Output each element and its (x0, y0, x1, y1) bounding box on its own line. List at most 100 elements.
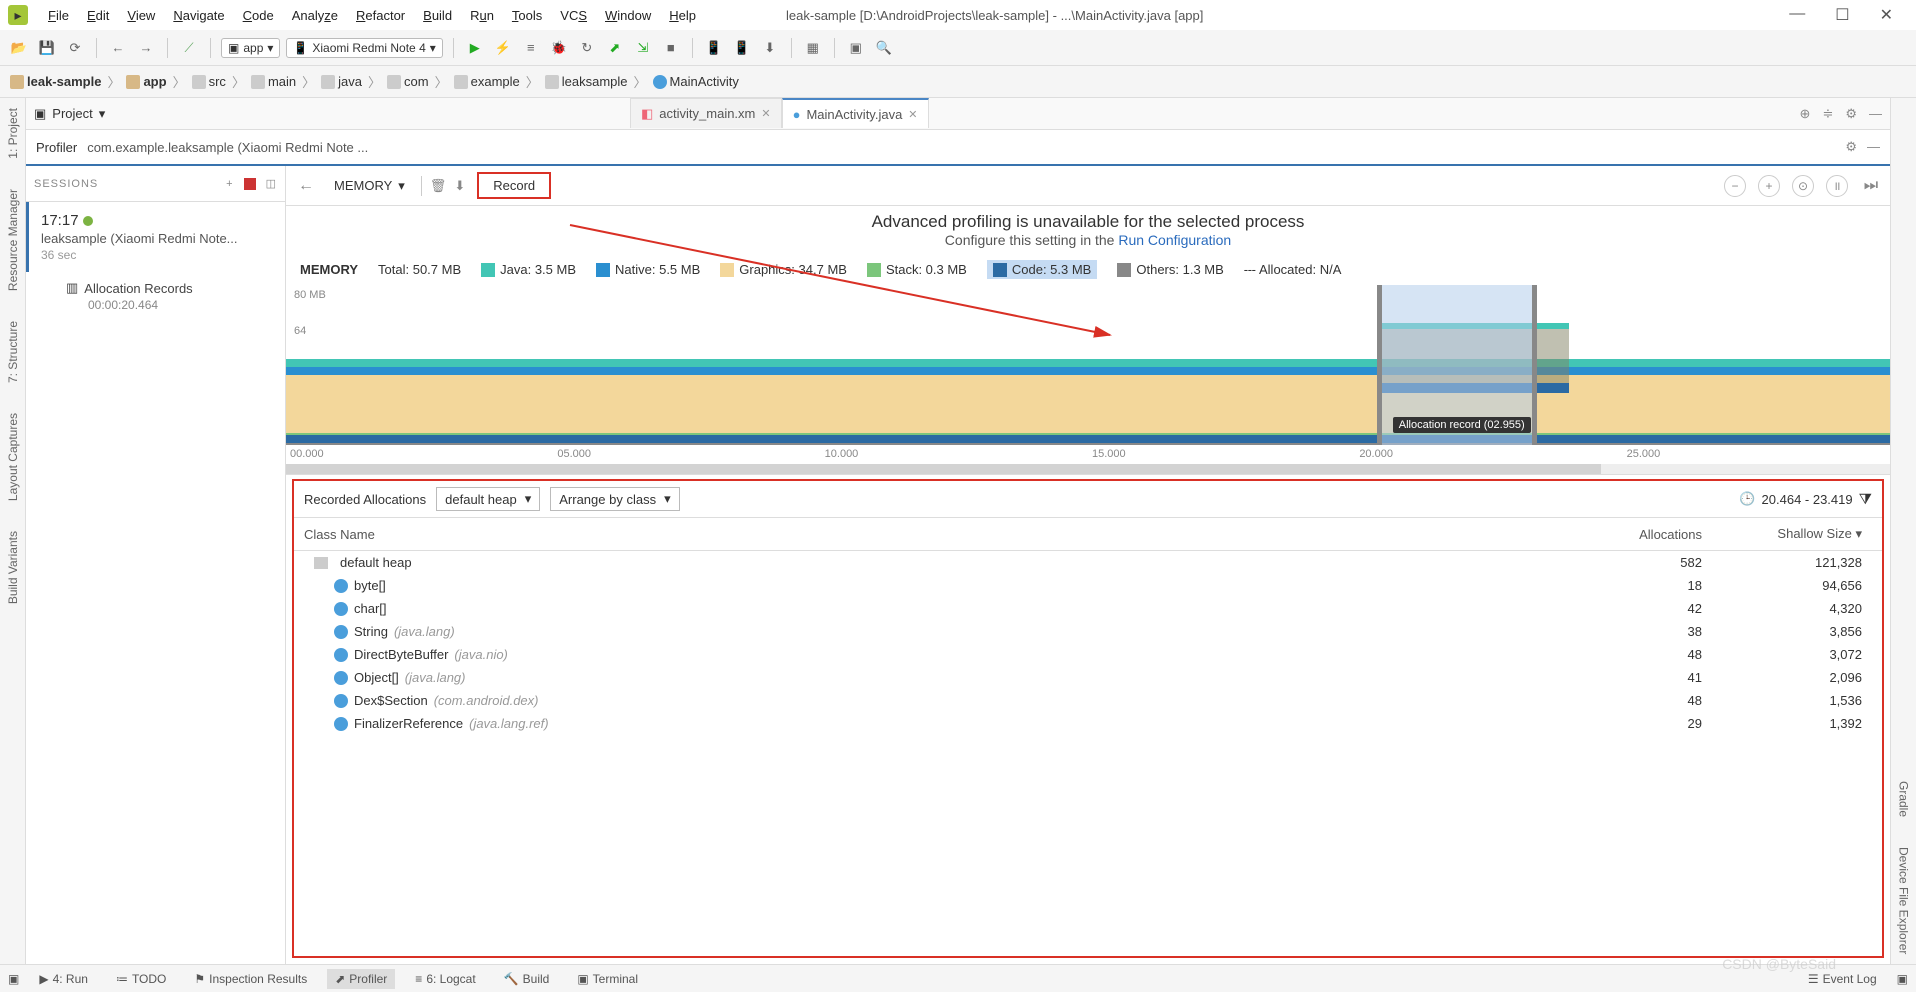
record-button[interactable]: Record (477, 172, 551, 199)
run-config-combo[interactable]: ▣ app ▾ (221, 38, 280, 58)
memory-chart[interactable]: 80 MB 64 48 32 16 (286, 285, 1890, 475)
profile-icon[interactable]: ⬈ (604, 37, 626, 59)
chevron-down-icon[interactable]: ▾ (99, 106, 106, 122)
menu-file[interactable]: File (40, 4, 77, 27)
rail-layout-captures[interactable]: Layout Captures (6, 413, 20, 501)
col-shallow-size[interactable]: Shallow Size ▾ (1722, 518, 1882, 551)
crumb-main[interactable]: main (251, 74, 296, 89)
rail-build-variants[interactable]: Build Variants (6, 531, 20, 604)
crumb-example[interactable]: example (454, 74, 520, 89)
close-icon[interactable]: ✕ (761, 107, 770, 120)
target-icon[interactable]: ⊕ (1800, 106, 1811, 122)
collapse-session-icon[interactable]: ◫ (266, 177, 277, 190)
open-icon[interactable]: 📂 (8, 37, 30, 59)
menu-help[interactable]: Help (661, 4, 704, 27)
tab-profiler[interactable]: ⬈ Profiler (327, 969, 395, 989)
device-combo[interactable]: 📱 Xiaomi Redmi Note 4 ▾ (286, 38, 442, 58)
zoom-out-icon[interactable]: − (1724, 175, 1746, 197)
sdk-icon[interactable]: 📱 (731, 37, 753, 59)
build-icon[interactable]: ⟋ (178, 37, 200, 59)
bottom-corner-icon2[interactable]: ▣ (1897, 972, 1908, 986)
close-icon[interactable]: ✕ (908, 108, 917, 121)
tab-terminal[interactable]: ▣ Terminal (569, 969, 646, 989)
tab-run[interactable]: ▶ 4: Run (31, 969, 96, 989)
menu-tools[interactable]: Tools (504, 4, 550, 27)
sync-icon[interactable]: ⟳ (64, 37, 86, 59)
attach-icon[interactable]: ⇲ (632, 37, 654, 59)
run-icon[interactable]: ▶ (464, 37, 486, 59)
window-maximize-icon[interactable]: ☐ (1835, 5, 1849, 25)
rail-project[interactable]: 1: Project (6, 108, 20, 159)
crumb-src[interactable]: src (192, 74, 226, 89)
tab-inspection[interactable]: ⚑ Inspection Results (186, 969, 315, 989)
menu-window[interactable]: Window (597, 4, 659, 27)
search-icon[interactable]: 🔍 (873, 37, 895, 59)
back-icon[interactable]: ← (294, 177, 318, 195)
col-classname[interactable]: Class Name (294, 518, 1582, 551)
gear-icon[interactable]: ⚙ (1845, 106, 1857, 122)
window-close-icon[interactable]: ✕ (1880, 5, 1893, 25)
run-config-link[interactable]: Run Configuration (1118, 232, 1231, 248)
rail-device-explorer[interactable]: Device File Explorer (1897, 847, 1911, 954)
menu-edit[interactable]: Edit (79, 4, 117, 27)
menu-navigate[interactable]: Navigate (165, 4, 232, 27)
table-row[interactable]: char[] 424,320 (294, 597, 1882, 620)
crumb-app[interactable]: app (126, 74, 166, 89)
table-row[interactable]: Object[] (java.lang)412,096 (294, 666, 1882, 689)
rail-gradle[interactable]: Gradle (1897, 781, 1911, 817)
menu-refactor[interactable]: Refactor (348, 4, 413, 27)
menu-run[interactable]: Run (462, 4, 502, 27)
hide-icon[interactable]: — (1869, 106, 1882, 122)
arrange-combo[interactable]: Arrange by class ▾ (550, 487, 679, 511)
menu-build[interactable]: Build (415, 4, 460, 27)
memory-selector[interactable]: MEMORY ▾ (326, 174, 413, 198)
add-session-icon[interactable]: + (226, 178, 233, 190)
table-row[interactable]: FinalizerReference (java.lang.ref)291,39… (294, 712, 1882, 735)
menu-analyze[interactable]: Analyze (284, 4, 346, 27)
tab-main-activity[interactable]: ●MainActivity.java✕ (782, 98, 929, 128)
gear-icon[interactable]: ⚙ (1845, 139, 1857, 155)
filter-icon[interactable]: ⧩ (1859, 491, 1872, 508)
tab-todo[interactable]: ≔ TODO (108, 969, 174, 989)
zoom-in-icon[interactable]: + (1758, 175, 1780, 197)
heap-combo[interactable]: default heap ▾ (436, 487, 540, 511)
gc-icon[interactable]: ⬇ (454, 178, 465, 194)
reset-zoom-icon[interactable]: ⊙ (1792, 175, 1814, 197)
hide-icon[interactable]: — (1867, 139, 1880, 155)
avd-icon[interactable]: 📱 (703, 37, 725, 59)
pause-icon[interactable]: ॥ (1826, 175, 1848, 197)
crumb-com[interactable]: com (387, 74, 429, 89)
table-row[interactable]: byte[] 1894,656 (294, 574, 1882, 597)
tab-activity-main[interactable]: ◧activity_main.xm✕ (630, 98, 782, 128)
resource-icon[interactable]: ▦ (802, 37, 824, 59)
menu-view[interactable]: View (119, 4, 163, 27)
stop-session-icon[interactable] (244, 178, 256, 190)
coverage-icon[interactable]: ↻ (576, 37, 598, 59)
crumb-mainactivity[interactable]: MainActivity (653, 74, 739, 89)
timeline-scrollbar[interactable] (286, 464, 1890, 474)
table-row[interactable]: Dex$Section (com.android.dex)481,536 (294, 689, 1882, 712)
window-minimize-icon[interactable]: — (1789, 5, 1805, 25)
rail-structure[interactable]: 7: Structure (6, 321, 20, 383)
save-icon[interactable]: 💾 (36, 37, 58, 59)
rail-resource-manager[interactable]: Resource Manager (6, 189, 20, 291)
back-icon[interactable]: ← (107, 37, 129, 59)
col-allocations[interactable]: Allocations (1582, 518, 1722, 551)
menu-vcs[interactable]: VCS (552, 4, 595, 27)
go-live-icon[interactable]: ⏭ (1860, 175, 1882, 197)
bug-icon[interactable]: 🐞 (548, 37, 570, 59)
allocations-table[interactable]: Class Name Allocations Shallow Size ▾ de… (294, 518, 1882, 956)
forward-icon[interactable]: → (135, 37, 157, 59)
session-item[interactable]: 17:17 leaksample (Xiaomi Redmi Note... 3… (26, 202, 285, 272)
apply-changes-icon[interactable]: ⚡ (492, 37, 514, 59)
layout-icon[interactable]: ▣ (845, 37, 867, 59)
table-row[interactable]: DirectByteBuffer (java.nio)483,072 (294, 643, 1882, 666)
crumb-java[interactable]: java (321, 74, 362, 89)
table-row[interactable]: String (java.lang)383,856 (294, 620, 1882, 643)
collapse-icon[interactable]: ≑ (1822, 106, 1833, 122)
bottom-corner-icon[interactable]: ▣ (8, 972, 19, 986)
stop-icon[interactable]: ■ (660, 37, 682, 59)
debug-icon[interactable]: ≡ (520, 37, 542, 59)
delete-icon[interactable]: 🗑 (430, 178, 447, 194)
profiler-process[interactable]: com.example.leaksample (Xiaomi Redmi Not… (87, 140, 368, 155)
